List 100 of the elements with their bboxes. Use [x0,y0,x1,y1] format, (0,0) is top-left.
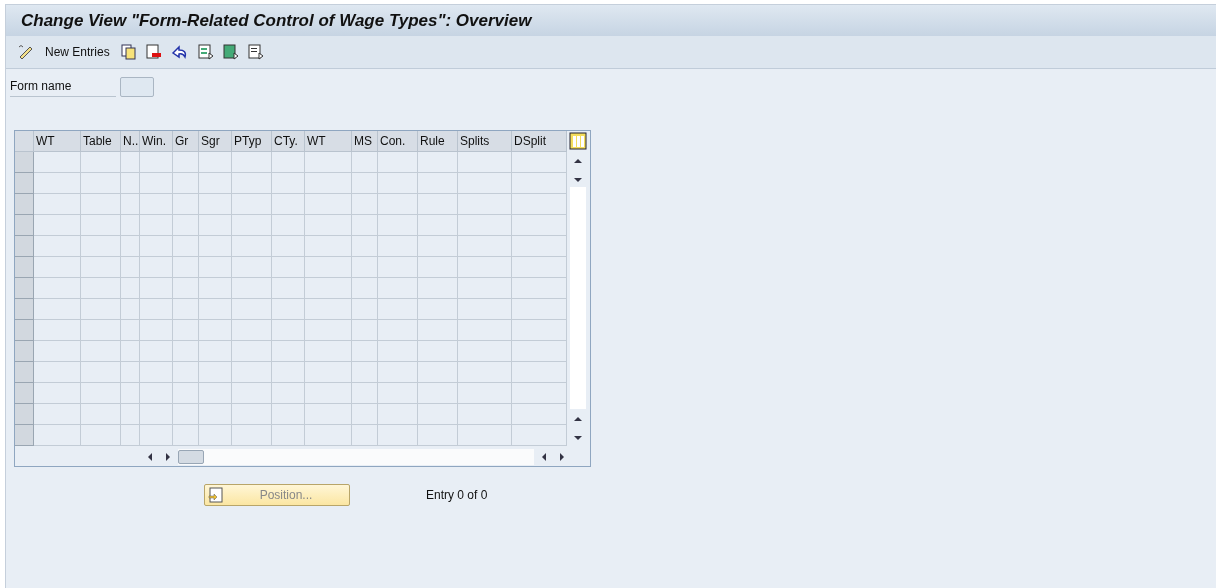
row-selector[interactable] [15,194,34,215]
table-cell[interactable] [418,236,458,257]
table-cell[interactable] [418,215,458,236]
table-cell[interactable] [140,299,173,320]
table-cell[interactable] [34,236,81,257]
table-cell[interactable] [352,320,378,341]
table-cell[interactable] [34,404,81,425]
column-header[interactable]: Sgr [199,131,232,152]
column-header[interactable]: N.. [121,131,140,152]
table-cell[interactable] [272,299,305,320]
table-cell[interactable] [272,173,305,194]
table-cell[interactable] [173,194,199,215]
table-cell[interactable] [458,215,512,236]
row-selector[interactable] [15,278,34,299]
table-cell[interactable] [81,320,121,341]
table-cell[interactable] [458,362,512,383]
table-cell[interactable] [512,257,567,278]
table-cell[interactable] [232,236,272,257]
table-cell[interactable] [512,173,567,194]
table-cell[interactable] [272,404,305,425]
table-cell[interactable] [199,257,232,278]
table-cell[interactable] [272,341,305,362]
table-cell[interactable] [378,320,418,341]
column-header[interactable]: Rule [418,131,458,152]
table-cell[interactable] [458,257,512,278]
table-cell[interactable] [121,320,140,341]
table-cell[interactable] [232,299,272,320]
table-cell[interactable] [352,341,378,362]
table-cell[interactable] [512,299,567,320]
table-cell[interactable] [352,362,378,383]
table-cell[interactable] [199,383,232,404]
table-cell[interactable] [378,173,418,194]
table-cell[interactable] [232,383,272,404]
table-cell[interactable] [305,194,352,215]
table-cell[interactable] [512,383,567,404]
column-header[interactable]: CTy. [272,131,305,152]
table-cell[interactable] [272,320,305,341]
table-cell[interactable] [352,425,378,446]
table-cell[interactable] [121,194,140,215]
table-cell[interactable] [140,341,173,362]
row-selector[interactable] [15,404,34,425]
table-cell[interactable] [173,341,199,362]
table-cell[interactable] [378,278,418,299]
table-cell[interactable] [140,320,173,341]
column-header[interactable]: MS [352,131,378,152]
table-cell[interactable] [121,404,140,425]
table-cell[interactable] [121,215,140,236]
document-icon[interactable] [222,44,239,60]
table-cell[interactable] [232,362,272,383]
table-cell[interactable] [173,257,199,278]
table-cell[interactable] [34,278,81,299]
row-selector[interactable] [15,173,34,194]
table-cell[interactable] [199,320,232,341]
table-cell[interactable] [34,215,81,236]
table-cell[interactable] [140,215,173,236]
column-header[interactable]: Gr [173,131,199,152]
table-cell[interactable] [81,194,121,215]
table-cell[interactable] [458,299,512,320]
table-cell[interactable] [34,152,81,173]
document-icon[interactable] [197,44,214,60]
table-cell[interactable] [305,215,352,236]
row-selector[interactable] [15,236,34,257]
table-cell[interactable] [458,404,512,425]
row-selector[interactable] [15,299,34,320]
table-cell[interactable] [458,320,512,341]
table-cell[interactable] [458,152,512,173]
row-selector[interactable] [15,320,34,341]
table-cell[interactable] [232,425,272,446]
column-header[interactable]: DSplit [512,131,567,152]
table-cell[interactable] [121,383,140,404]
table-cell[interactable] [81,299,121,320]
table-cell[interactable] [140,194,173,215]
table-cell[interactable] [173,362,199,383]
table-cell[interactable] [34,425,81,446]
table-cell[interactable] [81,173,121,194]
table-cell[interactable] [512,236,567,257]
table-cell[interactable] [232,257,272,278]
table-cell[interactable] [34,257,81,278]
table-cell[interactable] [352,194,378,215]
scroll-thumb[interactable] [178,450,204,464]
table-cell[interactable] [121,236,140,257]
table-cell[interactable] [305,236,352,257]
table-cell[interactable] [173,236,199,257]
table-cell[interactable] [121,425,140,446]
row-selector[interactable] [15,341,34,362]
table-cell[interactable] [81,425,121,446]
table-cell[interactable] [512,362,567,383]
table-cell[interactable] [121,278,140,299]
table-cell[interactable] [199,152,232,173]
table-cell[interactable] [378,152,418,173]
table-cell[interactable] [305,278,352,299]
table-cell[interactable] [232,320,272,341]
column-header[interactable]: WT [34,131,81,152]
table-cell[interactable] [305,299,352,320]
table-cell[interactable] [34,320,81,341]
table-cell[interactable] [81,383,121,404]
table-cell[interactable] [272,194,305,215]
table-cell[interactable] [232,341,272,362]
table-cell[interactable] [140,257,173,278]
table-cell[interactable] [232,404,272,425]
